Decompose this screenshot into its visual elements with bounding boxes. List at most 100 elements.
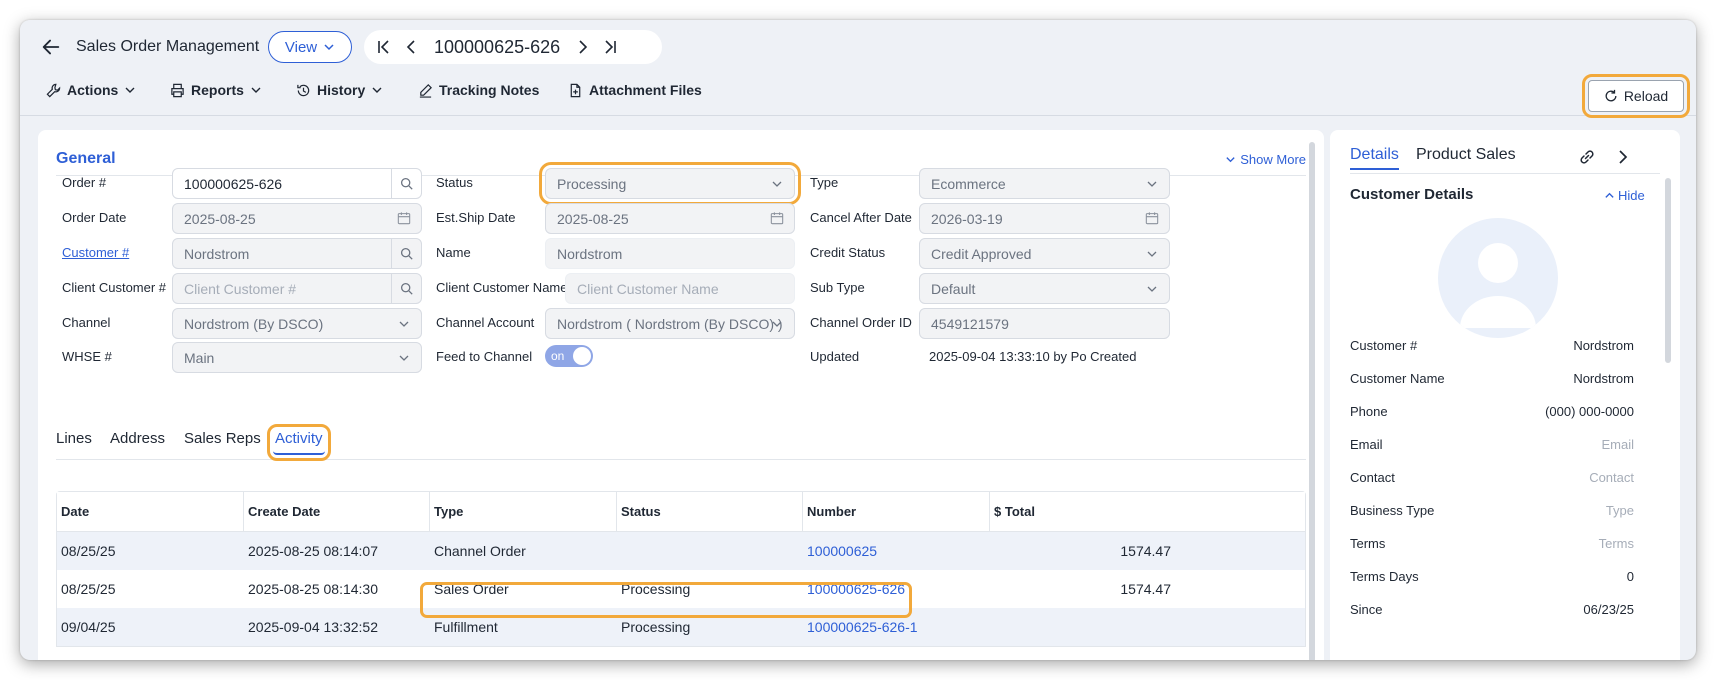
status-label: Status [436,175,473,190]
chevron-left-icon [406,40,415,54]
client-customer-search-button[interactable] [391,274,421,303]
est-ship-field[interactable]: 2025-08-25 [545,203,795,234]
cell-type: Fulfillment [434,619,498,635]
channel-order-value: 4549121579 [931,315,1009,332]
table-row[interactable]: 08/25/25 2025-08-25 08:14:07 Channel Ord… [57,532,1305,570]
cell-date: 08/25/25 [61,543,116,559]
est-ship-label: Est.Ship Date [436,210,516,225]
detail-tabs: Lines Address Sales Reps Activity [56,424,1306,461]
tab-product-sales[interactable]: Product Sales [1416,146,1516,168]
client-customer-name-input[interactable]: Client Customer Name [565,273,795,304]
reload-button[interactable]: Reload [1582,74,1690,118]
col-number[interactable]: Number [803,492,990,531]
feed-label: Feed to Channel [436,349,533,364]
main-scrollbar[interactable] [1309,142,1315,660]
actions-menu[interactable]: Actions [46,82,136,98]
channel-account-select[interactable]: Nordstrom ( Nordstrom (By DSCO) ) [545,308,795,339]
cell-number-link[interactable]: 100000625 [803,543,990,559]
tab-activity[interactable]: Activity [267,424,331,461]
cell-type: Channel Order [434,543,526,559]
channel-order-field[interactable]: 4549121579 [919,308,1170,339]
next-record-button[interactable] [568,33,596,61]
channel-select[interactable]: Nordstrom (By DSCO) [172,308,422,339]
row-highlight [420,582,912,618]
show-more-label: Show More [1240,152,1306,167]
back-arrow-icon[interactable] [40,36,62,58]
feed-toggle[interactable]: on [545,345,593,367]
customer-link[interactable]: Customer # [62,245,129,260]
kv-business-type-value: Type [1605,503,1634,518]
app-window: Sales Order Management View 100000625-62… [20,20,1696,660]
channel-order-label: Channel Order ID [810,315,912,330]
type-select[interactable]: Ecommerce [919,168,1170,199]
whse-select[interactable]: Main [172,342,422,373]
chevron-right-icon[interactable] [1614,148,1632,166]
col-total[interactable]: $ Total [990,492,1175,531]
chevron-down-icon [1226,157,1235,163]
kv-business-type-label: Business Type [1350,503,1435,518]
view-button-label: View [284,38,318,56]
col-date[interactable]: Date [57,492,244,531]
history-label: History [317,82,366,98]
tracking-notes-button[interactable]: Tracking Notes [418,82,539,98]
kv-phone-label: Phone [1350,404,1388,419]
history-icon [297,84,310,96]
cell-status: Processing [621,619,691,635]
kv-customer-name-label: Customer Name [1350,371,1445,386]
order-no-input[interactable]: 100000625-626 [172,168,422,199]
sub-type-select[interactable]: Default [919,273,1170,304]
prev-record-button[interactable] [398,33,426,61]
kv-contact-value: Contact [1589,470,1634,485]
tab-lines[interactable]: Lines [56,430,92,453]
col-status[interactable]: Status [617,492,803,531]
channel-account-value: Nordstrom ( Nordstrom (By DSCO) ) [557,315,783,332]
page-title: Sales Order Management [76,38,260,55]
col-create-date[interactable]: Create Date [244,492,430,531]
side-tabs: Details Product Sales [1350,142,1660,174]
customer-details-title: Customer Details [1350,186,1474,203]
customer-field: Nordstrom [172,238,422,269]
status-select[interactable]: Processing [539,162,801,205]
updated-label: Updated [810,349,860,364]
channel-label: Channel [62,315,111,330]
file-add-icon [570,83,581,97]
kv-terms-days-label: Terms Days [1350,569,1419,584]
side-scrollbar[interactable] [1665,178,1671,363]
hide-button[interactable]: Hide [1604,188,1645,203]
type-value: Ecommerce [931,175,1006,192]
whse-label: WHSE # [62,349,112,364]
col-type[interactable]: Type [430,492,617,531]
reports-menu[interactable]: Reports [170,82,262,98]
link-icon[interactable] [1578,148,1596,166]
view-button[interactable]: View [268,31,352,63]
tab-sales-reps[interactable]: Sales Reps [184,430,261,453]
history-menu[interactable]: History [296,82,383,98]
chevron-down-icon [772,321,782,327]
order-no-label: Order # [62,175,107,190]
cancel-after-field[interactable]: 2026-03-19 [919,203,1170,234]
refresh-icon [1605,89,1617,102]
kv-terms-value: Terms [1598,536,1634,551]
kv-customer-no-label: Customer # [1350,338,1418,353]
name-label: Name [436,245,471,260]
kv-since-label: Since [1350,602,1383,617]
show-more-button[interactable]: Show More [1225,152,1306,167]
order-date-label: Order Date [62,210,127,225]
record-navigator: 100000625-626 [364,30,662,64]
order-search-button[interactable] [391,169,421,198]
last-record-button[interactable] [596,33,624,61]
tracking-notes-label: Tracking Notes [439,82,540,98]
attachment-files-button[interactable]: Attachment Files [568,82,702,98]
tab-details[interactable]: Details [1350,146,1399,170]
reports-label: Reports [191,82,244,98]
cancel-after-value: 2026-03-19 [931,210,1003,227]
credit-status-select[interactable]: Credit Approved [919,238,1170,269]
client-customer-label: Client Customer # [62,280,167,295]
first-record-button[interactable] [370,33,398,61]
cell-create-date: 2025-09-04 13:32:52 [248,619,378,635]
customer-search-button[interactable] [391,239,421,268]
kv-email-value: Email [1601,437,1634,452]
client-customer-input[interactable]: Client Customer # [172,273,422,304]
tab-address[interactable]: Address [110,430,165,453]
cell-number-link[interactable]: 100000625-626-1 [803,619,990,635]
